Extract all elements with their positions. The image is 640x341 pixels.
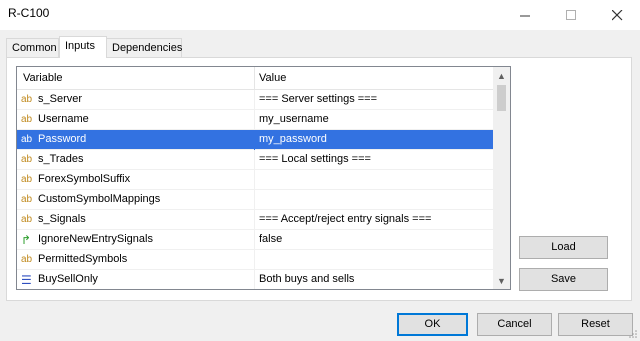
variable-name: Username	[38, 113, 89, 125]
variable-value[interactable]: my_password	[259, 133, 327, 145]
inputs-grid[interactable]: Variable Value ab s_Server === Server se…	[16, 66, 511, 290]
string-type-icon: ab	[21, 114, 33, 125]
boolean-type-icon: ↱	[21, 233, 32, 247]
minimize-button[interactable]	[502, 0, 548, 30]
table-row[interactable]: ab PermittedSymbols	[17, 250, 493, 270]
variable-value[interactable]: false	[259, 233, 282, 245]
title-bar: R-C100	[0, 0, 640, 30]
window-title: R-C100	[8, 6, 50, 20]
variable-value[interactable]: === Accept/reject entry signals ===	[259, 213, 431, 225]
table-row[interactable]: ☰ BuySellOnly Both buys and sells	[17, 270, 493, 289]
load-button[interactable]: Load	[519, 236, 608, 259]
variable-name: s_Signals	[38, 213, 86, 225]
tab-common[interactable]: Common	[6, 38, 59, 57]
tab-dependencies[interactable]: Dependencies	[106, 38, 182, 57]
close-icon	[611, 9, 622, 20]
variable-name: s_Server	[38, 93, 83, 105]
variable-name: PermittedSymbols	[38, 253, 128, 265]
variable-name: CustomSymbolMappings	[38, 193, 161, 205]
table-row[interactable]: ab Username my_username	[17, 110, 493, 130]
grid-rows: ab s_Server === Server settings === ab U…	[17, 90, 493, 289]
header-divider[interactable]	[254, 67, 255, 89]
string-type-icon: ab	[21, 254, 33, 265]
save-button[interactable]: Save	[519, 268, 608, 291]
table-row[interactable]: ab ForexSymbolSuffix	[17, 170, 493, 190]
variable-value[interactable]: my_username	[259, 113, 329, 125]
string-type-icon: ab	[21, 194, 33, 205]
variable-name: Password	[38, 133, 87, 145]
string-type-icon: ab	[21, 154, 33, 165]
variable-value[interactable]: Both buys and sells	[259, 273, 354, 285]
table-row[interactable]: ab CustomSymbolMappings	[17, 190, 493, 210]
scroll-thumb[interactable]	[497, 85, 506, 111]
string-type-icon: ab	[21, 174, 33, 185]
table-row[interactable]: ab s_Signals === Accept/reject entry sig…	[17, 210, 493, 230]
cancel-button[interactable]: Cancel	[477, 313, 552, 336]
variable-name: BuySellOnly	[38, 273, 98, 285]
string-type-icon: ab	[21, 214, 33, 225]
table-row-selected[interactable]: ab Password my_password	[17, 130, 493, 150]
resize-grip-icon[interactable]	[628, 329, 638, 339]
reset-button[interactable]: Reset	[558, 313, 633, 336]
tab-inputs[interactable]: Inputs	[59, 36, 107, 58]
string-type-icon: ab	[21, 134, 33, 145]
variable-value[interactable]: === Server settings ===	[259, 93, 377, 105]
variable-value[interactable]: === Local settings ===	[259, 153, 371, 165]
header-value[interactable]: Value	[259, 72, 286, 84]
scroll-up-icon[interactable]: ▲	[493, 67, 510, 84]
ok-button[interactable]: OK	[397, 313, 468, 336]
scroll-down-icon[interactable]: ▼	[493, 272, 510, 289]
grid-header: Variable Value	[17, 67, 493, 90]
table-row[interactable]: ab s_Server === Server settings ===	[17, 90, 493, 110]
variable-name: ForexSymbolSuffix	[38, 173, 131, 185]
variable-name: s_Trades	[38, 153, 84, 165]
vertical-scrollbar[interactable]: ▲ ▼	[493, 67, 510, 289]
table-row[interactable]: ab s_Trades === Local settings ===	[17, 150, 493, 170]
string-type-icon: ab	[21, 94, 33, 105]
variable-name: IgnoreNewEntrySignals	[38, 233, 153, 245]
maximize-icon	[565, 9, 576, 20]
dialog-window: R-C100 Common Inputs Dependencies Variab…	[0, 0, 640, 341]
minimize-icon	[519, 15, 530, 16]
header-variable[interactable]: Variable	[23, 72, 63, 84]
close-button[interactable]	[594, 0, 640, 30]
table-row[interactable]: ↱ IgnoreNewEntrySignals false	[17, 230, 493, 250]
maximize-button[interactable]	[548, 0, 594, 30]
enum-type-icon: ☰	[21, 273, 32, 287]
